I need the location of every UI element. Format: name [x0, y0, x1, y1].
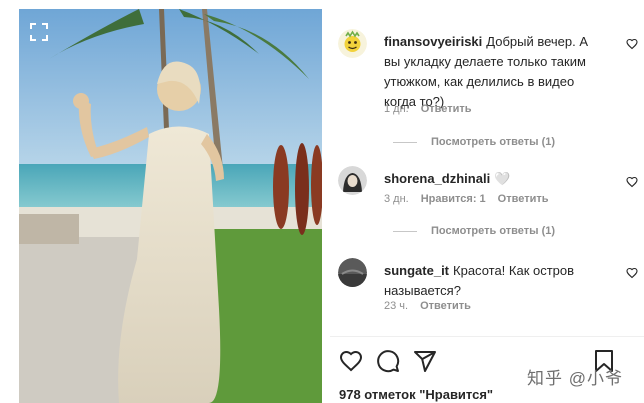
avatar-image	[338, 166, 367, 195]
heart-icon[interactable]	[339, 349, 363, 373]
post-view: finansovyeiriski Добрый вечер. А вы уклад…	[0, 0, 644, 403]
avatar[interactable]	[338, 258, 367, 287]
comment-username[interactable]: shorena_dzhinali	[384, 171, 490, 186]
comment-time: 3 дн.	[384, 193, 409, 205]
comment-meta: 23 ч. Ответить	[384, 300, 483, 312]
comment-username[interactable]: finansovyeiriski	[384, 34, 482, 49]
comment-text: sungate_it Красота! Как остров называется…	[384, 261, 602, 301]
comment-like-icon[interactable]	[626, 176, 638, 188]
likes-count[interactable]: 978 отметок "Нравится"	[339, 387, 493, 402]
comment-icon[interactable]	[376, 349, 400, 373]
comment-like-icon[interactable]	[626, 38, 638, 50]
comments-panel: finansovyeiriski Добрый вечер. А вы уклад…	[330, 0, 644, 403]
replies-divider-line	[393, 141, 417, 143]
video-frame-image	[19, 9, 322, 403]
view-replies-label: Посмотреть ответы (1)	[431, 136, 556, 148]
comment-likes-count[interactable]: Нравится: 1	[421, 193, 486, 205]
share-icon[interactable]	[413, 349, 437, 373]
actions-divider	[330, 336, 644, 337]
reply-button[interactable]: Ответить	[420, 300, 471, 312]
avatar-image	[338, 258, 367, 287]
comment-meta: 3 дн. Нравится: 1 Ответить	[384, 193, 561, 205]
replies-divider-line	[393, 230, 417, 232]
reply-button[interactable]: Ответить	[498, 193, 549, 205]
view-replies-label: Посмотреть ответы (1)	[431, 225, 556, 237]
comment-text: shorena_dzhinali 🤍	[384, 169, 602, 189]
comment-time: 1 дн.	[384, 103, 409, 115]
comment-text: finansovyeiriski Добрый вечер. А вы уклад…	[384, 32, 602, 112]
comment-like-icon[interactable]	[626, 267, 638, 279]
reply-button[interactable]: Ответить	[421, 103, 472, 115]
comment-username[interactable]: sungate_it	[384, 263, 449, 278]
avatar-image	[338, 29, 367, 58]
view-replies-button[interactable]: Посмотреть ответы (1)	[393, 225, 555, 237]
comment-time: 23 ч.	[384, 300, 409, 312]
avatar[interactable]	[338, 29, 367, 58]
view-replies-button[interactable]: Посмотреть ответы (1)	[393, 136, 555, 148]
comment-meta: 1 дн. Ответить	[384, 103, 484, 115]
comment-body: 🤍	[494, 171, 511, 186]
post-video[interactable]	[19, 9, 322, 403]
avatar[interactable]	[338, 166, 367, 195]
watermark-text: 知乎 @小爷	[527, 369, 623, 388]
expand-icon[interactable]	[30, 23, 48, 41]
